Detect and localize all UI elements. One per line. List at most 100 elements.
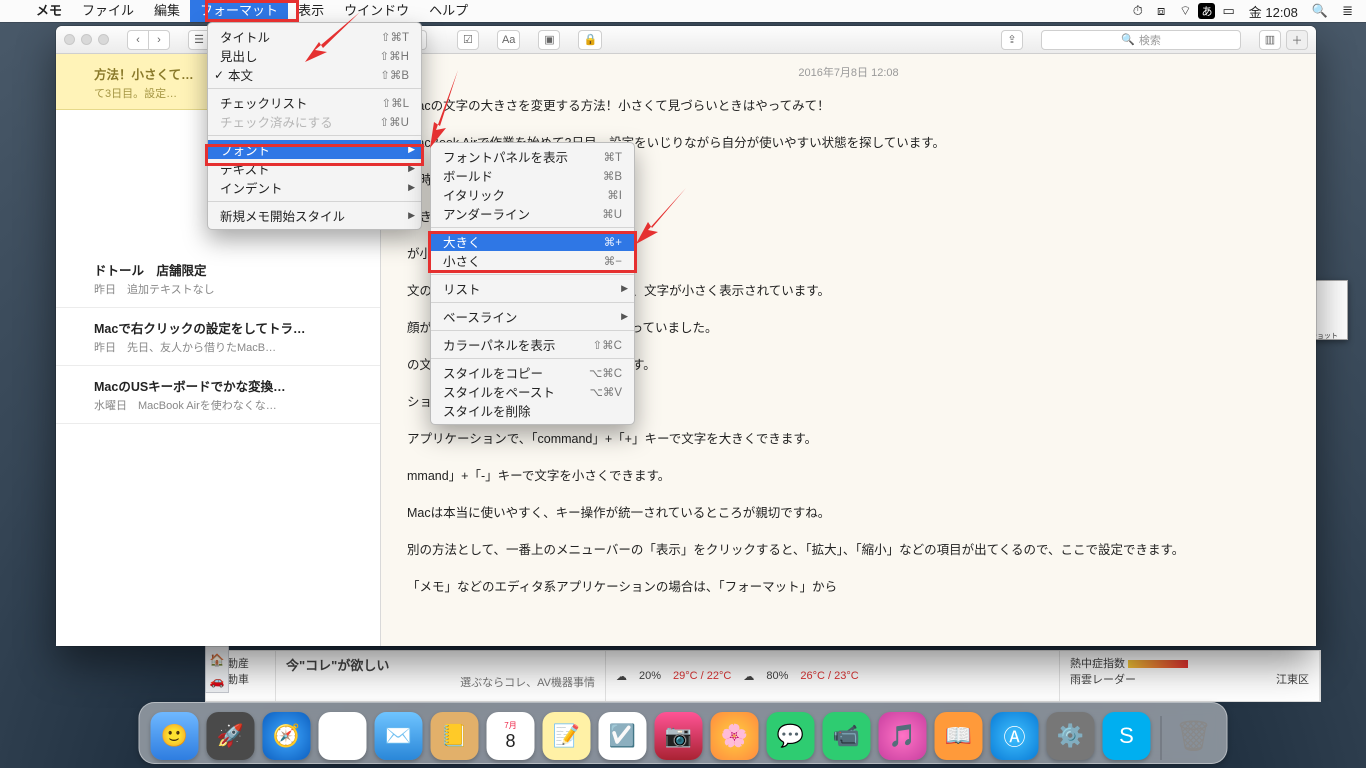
note-list-item[interactable]: ドトール 店舗限定 昨日 追加テキストなし <box>56 250 380 308</box>
menu-file[interactable]: ファイル <box>72 0 144 22</box>
dock-finder[interactable]: 🙂 <box>151 712 199 760</box>
new-tab-button[interactable]: ＋ <box>1286 30 1308 50</box>
note-title: ドトール 店舗限定 <box>94 260 368 279</box>
battery-icon[interactable]: ▭ <box>1215 3 1241 19</box>
menu-item-title[interactable]: タイトル⇧⌘T <box>208 27 421 46</box>
menu-item-bigger[interactable]: 大きく⌘+ <box>431 232 634 251</box>
note-subtitle: 水曜日 MacBook Airを使わなくな… <box>94 397 368 413</box>
dock-ibooks[interactable]: 📖 <box>935 712 983 760</box>
lock-button[interactable]: 🔒 <box>578 30 602 50</box>
menu-item-new-note-style[interactable]: 新規メモ開始スタイル <box>208 206 421 225</box>
region-label: 江東区 <box>1276 671 1309 687</box>
wifi-icon[interactable]: ⌔ <box>1172 3 1198 19</box>
note-line: Macは本当に使いやすく、キー操作が統一されているところが親切ですね。 <box>407 501 1290 526</box>
menu-item-italic[interactable]: イタリック⌘I <box>431 185 634 204</box>
dock-safari[interactable]: 🧭 <box>263 712 311 760</box>
note-list-item[interactable]: MacのUSキーボードでかな変換… 水曜日 MacBook Airを使わなくな… <box>56 366 380 424</box>
heat-index-label: 熱中症指数 <box>1070 658 1125 670</box>
dock-appstore[interactable]: Ⓐ <box>991 712 1039 760</box>
menu-item-indent[interactable]: インデント <box>208 178 421 197</box>
bookmark-icon[interactable]: 🚗 <box>208 672 226 690</box>
menu-item-baseline[interactable]: ベースライン <box>431 307 634 326</box>
menu-item-remove-style[interactable]: スタイルを削除 <box>431 401 634 420</box>
menu-item-text[interactable]: テキスト <box>208 159 421 178</box>
dock-photos[interactable]: 🌸 <box>711 712 759 760</box>
menu-item-body[interactable]: 本文⇧⌘B <box>208 65 421 84</box>
note-subtitle: 昨日 先日、友人から借りたMacB… <box>94 339 368 355</box>
note-date: 2016年7月8日 12:08 <box>381 54 1316 86</box>
humidity: 20% <box>639 670 661 682</box>
note-title: Macで右クリックの設定をしてトラ… <box>94 318 368 337</box>
menu-item-show-colors[interactable]: カラーパネルを表示⇧⌘C <box>431 335 634 354</box>
note-line: Macの文字の大きさを変更する方法！小さくて見づらいときはやってみて！ <box>407 94 1290 119</box>
menu-help[interactable]: ヘルプ <box>419 0 478 22</box>
menu-format[interactable]: フォーマット <box>190 0 288 22</box>
font-submenu: フォントパネルを表示⌘T ボールド⌘B イタリック⌘I アンダーライン⌘U 大き… <box>430 142 635 425</box>
dock-contacts[interactable]: 📒 <box>431 712 479 760</box>
window-minimize[interactable] <box>81 34 92 45</box>
dropbox-icon[interactable]: ⧈ <box>1150 3 1172 19</box>
search-placeholder: 検索 <box>1139 32 1161 48</box>
share-button[interactable]: ⇪ <box>1001 30 1023 50</box>
note-line: 「メモ」などのエディタ系アプリケーションの場合は、「フォーマット」から <box>407 575 1290 600</box>
menu-view[interactable]: 表示 <box>288 0 334 22</box>
window-zoom[interactable] <box>98 34 109 45</box>
dock-calendar[interactable]: 7月8 <box>487 712 535 760</box>
dock-messages[interactable]: 💬 <box>767 712 815 760</box>
humidity: 80% <box>766 670 788 682</box>
dock: 🙂 🚀 🧭 ◉ ✉️ 📒 7月8 📝 ☑️ 📷 🌸 💬 📹 🎵 📖 Ⓐ ⚙️ S… <box>139 702 1228 764</box>
menu-item-checklist[interactable]: チェックリスト⇧⌘L <box>208 93 421 112</box>
dock-photobooth[interactable]: 📷 <box>655 712 703 760</box>
rain-radar-label: 雨雲レーダー <box>1070 674 1136 686</box>
font-style-button[interactable]: Aa <box>497 30 520 50</box>
dock-reminders[interactable]: ☑️ <box>599 712 647 760</box>
dock-facetime[interactable]: 📹 <box>823 712 871 760</box>
note-subtitle: 昨日 追加テキストなし <box>94 281 368 297</box>
app-menu[interactable]: メモ <box>26 0 72 22</box>
menu-item-show-fonts[interactable]: フォントパネルを表示⌘T <box>431 147 634 166</box>
menu-item-bold[interactable]: ボールド⌘B <box>431 166 634 185</box>
clock[interactable]: 金 12:08 <box>1242 2 1305 21</box>
nav-back-button[interactable]: ‹ <box>127 30 149 50</box>
system-menubar: メモ ファイル 編集 フォーマット 表示 ウインドウ ヘルプ ⏱ ⧈ ⌔ あ ▭… <box>0 0 1366 22</box>
menu-item-font[interactable]: フォント <box>208 140 421 159</box>
dock-notes[interactable]: 📝 <box>543 712 591 760</box>
dock-preferences[interactable]: ⚙️ <box>1047 712 1095 760</box>
menu-item-paste-style[interactable]: スタイルをペースト⌥⌘V <box>431 382 634 401</box>
search-input[interactable]: 🔍 検索 <box>1041 30 1241 50</box>
alarm-icon[interactable]: ⏱ <box>1126 3 1150 19</box>
notification-center-icon[interactable]: ≣ <box>1335 3 1360 19</box>
dock-launchpad[interactable]: 🚀 <box>207 712 255 760</box>
sidebar-toggle-button[interactable]: ▥ <box>1259 30 1281 50</box>
menu-item-underline[interactable]: アンダーライン⌘U <box>431 204 634 223</box>
temperature: 29°C / 22°C <box>673 670 731 682</box>
dock-mail[interactable]: ✉️ <box>375 712 423 760</box>
checklist-button[interactable]: ☑ <box>457 30 479 50</box>
temperature: 26°C / 23°C <box>800 670 858 682</box>
window-close[interactable] <box>64 34 75 45</box>
note-line: mmand」+「-」キーで文字を小さくできます。 <box>407 464 1290 489</box>
note-line: アプリケーションで、「command」+「+」キーで文字を大きくできます。 <box>407 427 1290 452</box>
table-button[interactable]: ▣ <box>538 30 560 50</box>
weather-icon: ☁ <box>743 670 754 683</box>
note-list-item[interactable]: Macで右クリックの設定をしてトラ… 昨日 先日、友人から借りたMacB… <box>56 308 380 366</box>
menu-item-smaller[interactable]: 小さく⌘− <box>431 251 634 270</box>
menu-item-mark-done: チェック済みにする⇧⌘U <box>208 112 421 131</box>
dock-chrome[interactable]: ◉ <box>319 712 367 760</box>
weather-widget: 不動産 自動車 今"コレ"が欲しい 選ぶならコレ、AV機器事情 ☁ 20% 29… <box>205 650 1321 702</box>
nav-forward-button[interactable]: › <box>148 30 170 50</box>
dock-itunes[interactable]: 🎵 <box>879 712 927 760</box>
note-title: MacのUSキーボードでかな変換… <box>94 376 368 395</box>
bookmark-icon[interactable]: 🏠 <box>208 651 226 669</box>
note-line: 別の方法として、一番上のメニューバーの「表示」をクリックすると、「拡大」、「縮小… <box>407 538 1290 563</box>
spotlight-icon[interactable]: 🔍 <box>1305 3 1335 19</box>
dock-skype[interactable]: S <box>1103 712 1151 760</box>
menu-edit[interactable]: 編集 <box>144 0 190 22</box>
menu-window[interactable]: ウインドウ <box>334 0 419 22</box>
menu-item-copy-style[interactable]: スタイルをコピー⌥⌘C <box>431 363 634 382</box>
headline-sub: 選ぶならコレ、AV機器事情 <box>286 674 595 690</box>
menu-item-list[interactable]: リスト <box>431 279 634 298</box>
dock-trash[interactable]: 🗑 <box>1172 712 1216 760</box>
ime-indicator[interactable]: あ <box>1198 3 1215 19</box>
menu-item-heading[interactable]: 見出し⇧⌘H <box>208 46 421 65</box>
